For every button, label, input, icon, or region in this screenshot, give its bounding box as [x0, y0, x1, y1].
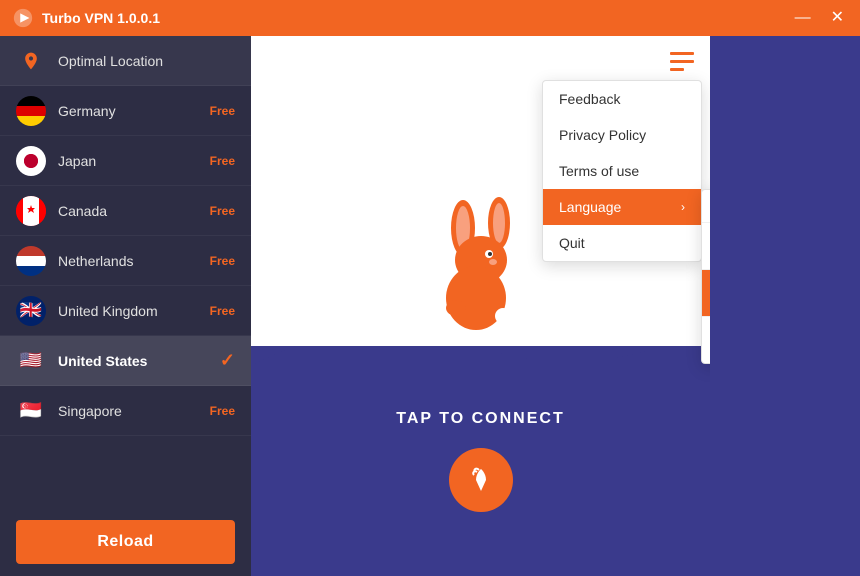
germany-flag: [16, 96, 46, 126]
uk-flag: 🇬🇧: [16, 296, 46, 326]
dropdown-feedback[interactable]: Feedback: [543, 81, 701, 117]
lang-russian[interactable]: Русский Russian: [702, 223, 710, 270]
sidebar-item-japan[interactable]: Japan Free: [0, 136, 251, 186]
wave-decoration: [251, 346, 710, 386]
dropdown-quit[interactable]: Quit: [543, 225, 701, 261]
main-content: Feedback Privacy Policy Terms of use Lan…: [251, 36, 710, 576]
netherlands-label: Netherlands: [58, 253, 210, 269]
canada-flag: [16, 196, 46, 226]
sidebar-item-netherlands[interactable]: Netherlands Free: [0, 236, 251, 286]
right-panel: [710, 36, 860, 576]
netherlands-badge: Free: [210, 254, 235, 268]
minimize-button[interactable]: —: [791, 8, 815, 28]
selected-checkmark: ✓: [220, 350, 235, 371]
sidebar-item-canada[interactable]: Canada Free: [0, 186, 251, 236]
sidebar-item-uk[interactable]: 🇬🇧 United Kingdom Free: [0, 286, 251, 336]
quit-label: Quit: [559, 235, 585, 251]
dropdown-privacy[interactable]: Privacy Policy: [543, 117, 701, 153]
main-layout: Optimal Location Germany Free Japan Free: [0, 36, 860, 576]
menu-icon[interactable]: [670, 52, 694, 78]
privacy-label: Privacy Policy: [559, 127, 646, 143]
uk-badge: Free: [210, 304, 235, 318]
title-bar: Turbo VPN 1.0.0.1 — ✕: [0, 0, 860, 36]
us-flag: 🇺🇸: [16, 346, 46, 376]
netherlands-flag: [16, 246, 46, 276]
dropdown-terms[interactable]: Terms of use: [543, 153, 701, 189]
terms-label: Terms of use: [559, 163, 639, 179]
tap-to-connect-label: TAP TO CONNECT: [396, 410, 564, 428]
singapore-badge: Free: [210, 404, 235, 418]
us-label: United States: [58, 353, 220, 369]
rabbit-illustration: [421, 178, 541, 338]
germany-label: Germany: [58, 103, 210, 119]
lang-spanish[interactable]: Español Spanish: [702, 270, 710, 317]
reload-button[interactable]: Reload: [16, 520, 235, 564]
japan-flag: [16, 146, 46, 176]
sidebar-item-germany[interactable]: Germany Free: [0, 86, 251, 136]
japan-badge: Free: [210, 154, 235, 168]
canada-label: Canada: [58, 203, 210, 219]
optimal-label: Optimal Location: [58, 53, 235, 69]
app-logo: [12, 7, 34, 29]
feedback-label: Feedback: [559, 91, 620, 107]
location-icon: [16, 46, 46, 76]
uk-label: United Kingdom: [58, 303, 210, 319]
singapore-flag: 🇸🇬: [16, 396, 46, 426]
reload-container: Reload: [0, 508, 251, 576]
chevron-right-icon: ›: [681, 200, 685, 214]
dropdown-language[interactable]: Language › English Русский Russian: [543, 189, 701, 225]
singapore-label: Singapore: [58, 403, 210, 419]
japan-label: Japan: [58, 153, 210, 169]
app-title: Turbo VPN 1.0.0.1: [42, 10, 791, 26]
close-button[interactable]: ✕: [827, 8, 848, 28]
sidebar: Optimal Location Germany Free Japan Free: [0, 36, 251, 576]
carrot-icon: [466, 465, 496, 495]
dropdown-menu: Feedback Privacy Policy Terms of use Lan…: [542, 80, 702, 262]
language-submenu: English Русский Russian Español: [701, 189, 710, 364]
sidebar-item-singapore[interactable]: 🇸🇬 Singapore Free: [0, 386, 251, 436]
canada-badge: Free: [210, 204, 235, 218]
language-label: Language: [559, 199, 621, 215]
window-controls: — ✕: [791, 8, 848, 28]
lang-english[interactable]: English: [702, 190, 710, 223]
germany-badge: Free: [210, 104, 235, 118]
main-bottom-area: TAP TO CONNECT: [251, 346, 710, 576]
sidebar-item-us[interactable]: 🇺🇸 United States ✓: [0, 336, 251, 386]
lang-ukrainian[interactable]: Українська Ukraine: [702, 317, 710, 363]
sidebar-item-optimal[interactable]: Optimal Location: [0, 36, 251, 86]
rabbit-container: [421, 178, 541, 346]
connect-button[interactable]: [449, 448, 513, 512]
